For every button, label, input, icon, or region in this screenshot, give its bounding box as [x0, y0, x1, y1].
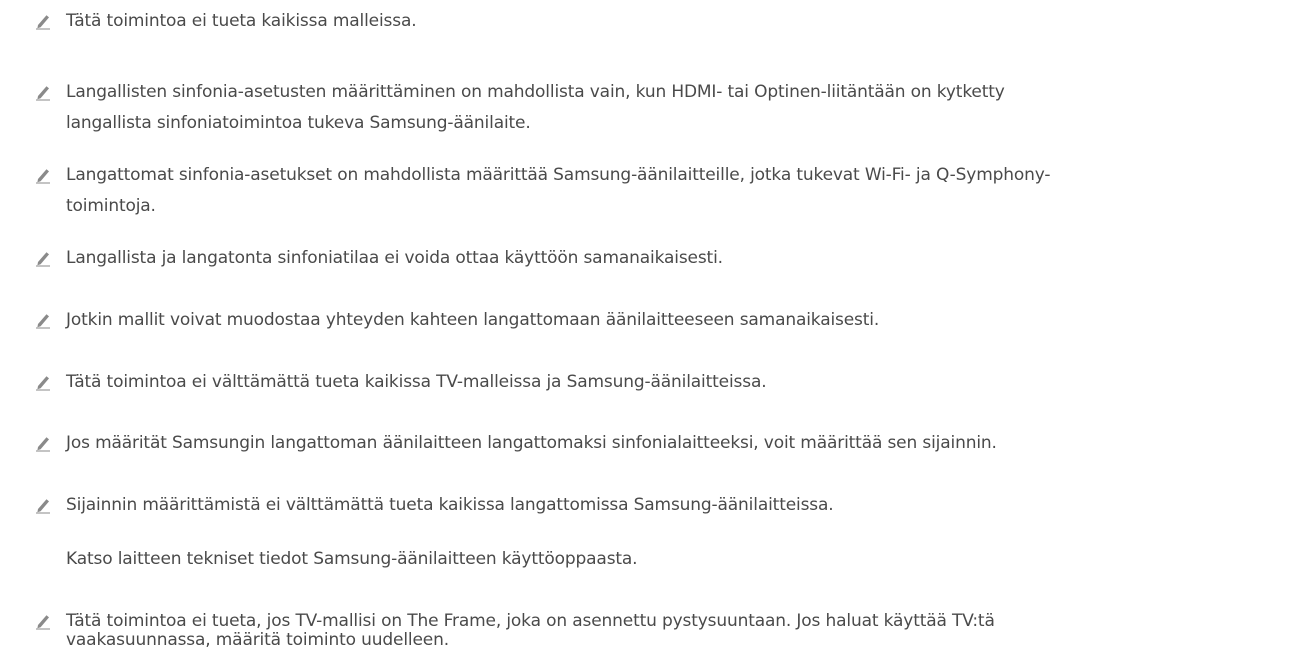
note-text: Jos määrität Samsungin langattoman äänil…	[66, 433, 997, 453]
pencil-note-icon	[34, 83, 52, 101]
note-text: vaakasuunnassa, määritä toiminto uudelle…	[66, 630, 449, 650]
pencil-note-icon	[34, 496, 52, 514]
note-text: Jotkin mallit voivat muodostaa yhteyden …	[66, 310, 880, 330]
note-text: toimintoja.	[66, 196, 156, 216]
pencil-note-icon	[34, 249, 52, 267]
pencil-note-icon	[34, 12, 52, 30]
note-text: langallista sinfoniatoimintoa tukeva Sam…	[66, 113, 531, 133]
note-text: Langallisten sinfonia-asetusten määrittä…	[66, 82, 1005, 102]
pencil-note-icon	[34, 166, 52, 184]
note-text: Langattomat sinfonia-asetukset on mahdol…	[66, 165, 1051, 185]
note-text: Langallista ja langatonta sinfoniatilaa …	[66, 248, 723, 268]
note-text: Tätä toimintoa ei tueta kaikissa malleis…	[66, 11, 417, 31]
note-text: Katso laitteen tekniset tiedot Samsung-ä…	[66, 549, 638, 569]
note-text: Sijainnin määrittämistä ei välttämättä t…	[66, 495, 834, 515]
pencil-note-icon	[34, 311, 52, 329]
pencil-note-icon	[34, 612, 52, 630]
pencil-note-icon	[34, 434, 52, 452]
pencil-note-icon	[34, 373, 52, 391]
note-text: Tätä toimintoa ei välttämättä tueta kaik…	[66, 372, 767, 392]
